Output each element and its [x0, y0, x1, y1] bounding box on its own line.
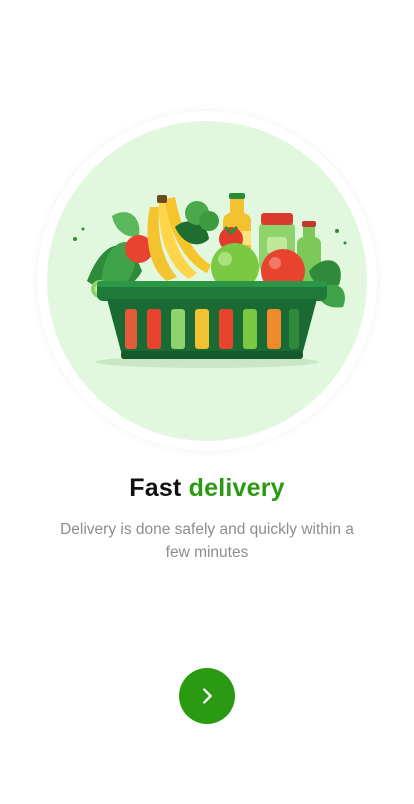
- title-accent: delivery: [188, 474, 285, 502]
- title-main: Fast: [129, 474, 182, 502]
- hero-illustration: [47, 121, 367, 441]
- next-button[interactable]: [179, 668, 235, 724]
- page-subtitle: Delivery is done safely and quickly with…: [60, 521, 354, 561]
- grocery-basket-icon: [73, 193, 347, 368]
- onboarding-screen: Fast delivery Delivery is done safely an…: [0, 0, 414, 804]
- chevron-right-icon: [203, 688, 212, 704]
- page-title: Fast delivery: [0, 474, 414, 503]
